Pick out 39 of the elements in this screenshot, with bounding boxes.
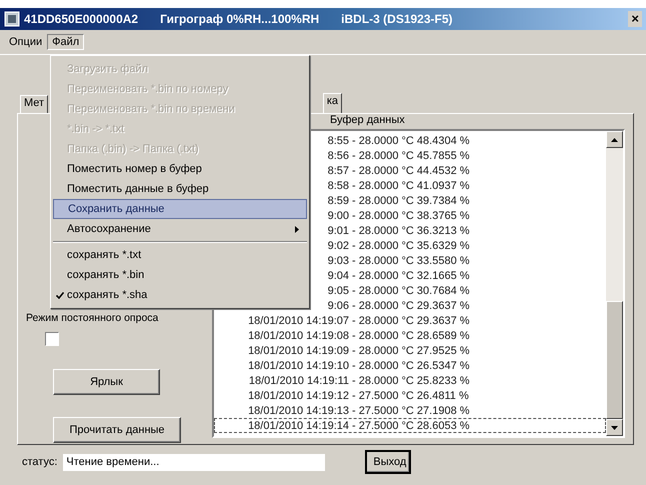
list-row[interactable]: 18/01/2010 14:19:08 - 28.0000 °C 28.6589 % (214, 328, 606, 343)
app-icon (4, 11, 20, 27)
shortcut-button[interactable]: Ярлык (53, 369, 160, 395)
menu-item[interactable]: Поместить данные в буфер (53, 179, 307, 199)
list-row[interactable]: 18/01/2010 14:19:09 - 28.0000 °C 27.9525 % (214, 343, 606, 358)
close-button[interactable]: × (628, 11, 642, 27)
menu-item[interactable]: Поместить номер в буфер (53, 159, 307, 179)
up-arrow-icon (611, 138, 618, 142)
window-title: 41DD650E000000A2 (24, 12, 138, 26)
scroll-up-button[interactable] (606, 131, 623, 148)
status-field[interactable]: Чтение времени... (63, 454, 326, 470)
tab[interactable]: Мет (20, 95, 48, 113)
down-arrow-icon (611, 426, 618, 430)
list-row[interactable]: 18/01/2010 14:19:11 - 28.0000 °C 25.8233 % (214, 373, 606, 388)
scrollbar[interactable] (606, 131, 623, 436)
menu-item[interactable]: Файл (47, 34, 84, 50)
list-row[interactable]: 18/01/2010 14:19:13 - 27.5000 °C 27.1908 % (214, 403, 606, 418)
list-row[interactable]: 18/01/2010 14:19:14 - 27.5000 °C 28.6053 % (214, 418, 606, 433)
exit-button[interactable]: Выход (365, 450, 412, 474)
menu-item[interactable]: Опции (4, 34, 48, 50)
group-title: Буфер данных (330, 114, 406, 126)
window-title: iBDL-3 (DS1923-F5) (341, 12, 453, 26)
polling-label: Режим постоянного опроса (26, 312, 160, 324)
list-row[interactable]: 18/01/2010 14:19:12 - 27.5000 °C 26.4811 % (214, 388, 606, 403)
menu-item[interactable]: сохранять *.sha (53, 285, 307, 305)
list-row[interactable]: 18/01/2010 14:19:10 - 28.0000 °C 26.5347 % (214, 358, 606, 373)
list-row[interactable]: 18/01/2010 14:19:07 - 28.0000 °C 29.3637 % (214, 313, 606, 328)
submenu-arrow-icon (295, 226, 299, 232)
menu-item[interactable]: сохранять *.txt (53, 245, 307, 265)
tab[interactable]: ка (322, 93, 342, 113)
read-data-button[interactable]: Прочитать данные (53, 417, 181, 443)
window-title: Гигрограф 0%RH...100%RH (160, 12, 320, 26)
menu-item[interactable]: Автосохранение (53, 219, 307, 239)
scroll-down-button[interactable] (606, 419, 623, 436)
menu-item[interactable]: Сохранить данные (53, 199, 307, 219)
scroll-thumb[interactable] (606, 301, 623, 419)
menu-item[interactable]: сохранять *.bin (53, 265, 307, 285)
checkbox[interactable] (45, 332, 59, 346)
status-label: статус: (22, 456, 58, 468)
